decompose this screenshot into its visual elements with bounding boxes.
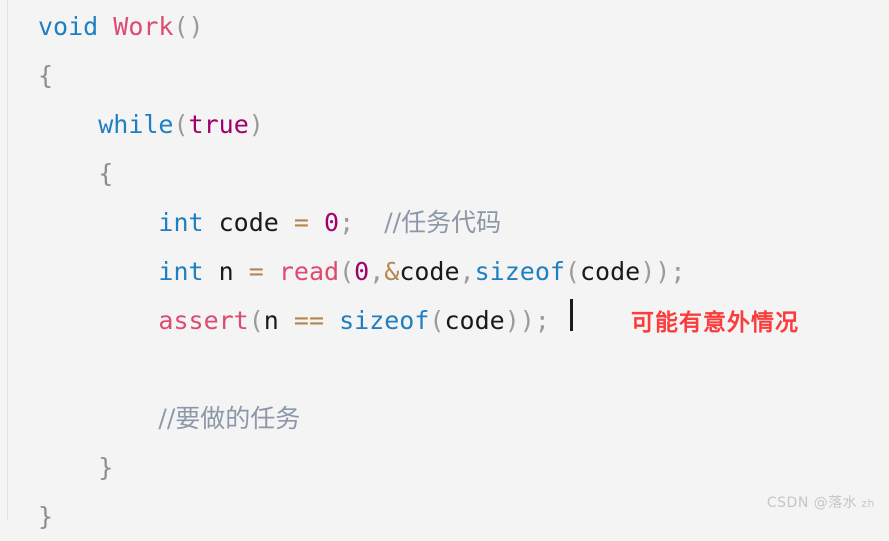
code-token-punct: ( — [173, 110, 189, 139]
watermark: CSDN @落水 zh — [767, 492, 875, 512]
code-token-plain: n — [263, 306, 279, 335]
code-token-op: = — [293, 208, 309, 237]
code-token-lit: true — [188, 110, 249, 139]
code-token-brace: } — [98, 453, 114, 482]
code-token-punct: ; — [670, 257, 686, 286]
code-line[interactable]: } — [0, 492, 889, 541]
code-token-brace: } — [38, 502, 54, 531]
code-token-plain: n — [203, 257, 249, 286]
code-token-punct: ( — [429, 306, 445, 335]
code-token-num: 0 — [324, 208, 340, 237]
code-token-op: = — [248, 257, 264, 286]
code-line[interactable]: while(true) — [0, 100, 889, 149]
code-token-plain: code — [399, 257, 460, 286]
watermark-prefix: CSDN — [766, 495, 814, 511]
code-token-comment: //要做的任务 — [158, 404, 301, 433]
code-line[interactable]: //要做的任务 — [0, 394, 889, 443]
code-token-kw: while — [98, 110, 174, 139]
code-token-kw: void — [38, 12, 99, 41]
code-line[interactable]: { — [0, 149, 889, 198]
annotation-note: 可能有意外情况 — [631, 310, 799, 336]
code-line[interactable]: { — [0, 51, 889, 100]
code-editor-viewport[interactable]: void Work(){ while(true) { int code = 0;… — [0, 0, 889, 531]
code-token-punct: ; — [534, 306, 550, 335]
code-line[interactable]: int n = read(0,&code,sizeof(code)); — [0, 247, 889, 296]
code-token-op: & — [384, 257, 400, 286]
code-token-builtin: sizeof — [474, 257, 565, 286]
code-token-plain: code — [203, 208, 294, 237]
code-line[interactable] — [0, 345, 889, 394]
code-token-punct: ( — [339, 257, 355, 286]
code-line[interactable]: int code = 0; //任务代码 — [0, 198, 889, 247]
watermark-handle: @落水 — [813, 495, 858, 511]
code-line[interactable]: void Work() — [0, 2, 889, 51]
code-token-plain: code — [579, 257, 641, 286]
code-token-punct: ; — [339, 208, 355, 237]
code-token-kw: int — [158, 257, 204, 286]
code-token-plain: code — [444, 306, 505, 335]
watermark-suffix: zh — [857, 497, 875, 510]
code-token-fn: Work — [113, 12, 174, 41]
code-token-brace: { — [38, 61, 54, 90]
code-token-punct: )) — [504, 306, 535, 335]
code-token-punct: , — [369, 257, 385, 286]
code-token-fn: read — [278, 257, 340, 286]
code-token-punct: )) — [640, 257, 671, 286]
code-token-punct: ) — [248, 110, 264, 139]
code-token-punct: () — [173, 12, 204, 41]
code-line[interactable]: } — [0, 443, 889, 492]
code-token-punct: ( — [564, 257, 580, 286]
code-token-comment: //任务代码 — [384, 208, 502, 237]
code-block[interactable]: void Work(){ while(true) { int code = 0;… — [0, 0, 889, 541]
code-token-brace: { — [98, 159, 114, 188]
code-token-fn: assert — [158, 306, 249, 335]
text-caret — [570, 299, 573, 331]
code-token-punct: , — [459, 257, 475, 286]
code-token-op: == — [293, 306, 325, 335]
code-token-builtin: sizeof — [339, 306, 430, 335]
code-token-num: 0 — [354, 257, 370, 286]
code-token-punct: ( — [248, 306, 264, 335]
code-token-kw: int — [158, 208, 204, 237]
